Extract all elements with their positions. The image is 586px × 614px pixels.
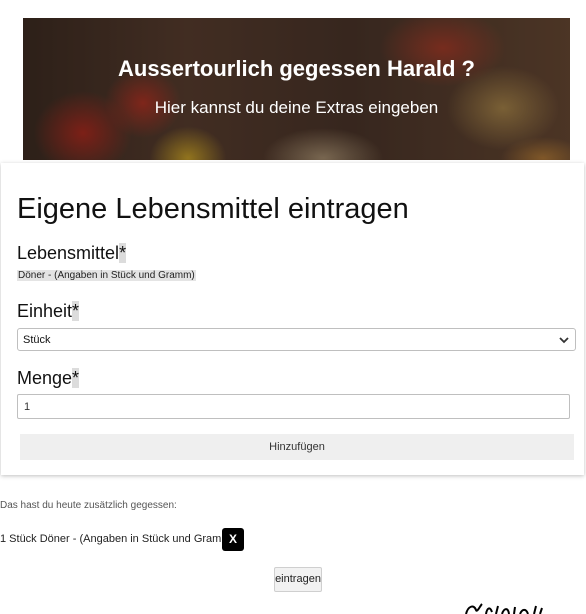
amount-input[interactable]: 1 (17, 394, 570, 419)
unit-label: Einheit* (17, 301, 80, 322)
food-label-text: Lebensmittel (17, 243, 120, 263)
submit-button[interactable]: eintragen (274, 567, 322, 592)
remove-entry-button[interactable]: X (222, 528, 244, 551)
unit-select[interactable]: Stück (17, 328, 576, 351)
amount-label: Menge* (17, 368, 80, 389)
unit-selected-value: Stück (23, 334, 51, 346)
food-entry-form: Eigene Lebensmittel eintragen Lebensmitt… (1, 163, 584, 475)
hero-title: Aussertourlich gegessen Harald ? (118, 56, 475, 81)
food-label: Lebensmittel* (17, 243, 127, 264)
hero-subtitle: Hier kannst du deine Extras eingeben (154, 98, 439, 117)
hero-banner: Aussertourlich gegessen Harald ? Hier ka… (23, 18, 570, 160)
required-marker: * (72, 368, 80, 388)
list-item: 1 Stück Döner - (Angaben in Stück und Gr… (0, 533, 235, 545)
logo (462, 600, 552, 614)
food-value: Döner - (Angaben in Stück und Gramm) (17, 270, 196, 281)
add-button[interactable]: Hinzufügen (20, 434, 574, 460)
amount-label-text: Menge (17, 368, 73, 388)
form-title: Eigene Lebensmittel eintragen (17, 193, 409, 225)
required-marker: * (119, 243, 127, 263)
unit-label-text: Einheit (17, 301, 73, 321)
summary-note: Das hast du heute zusätzlich gegessen: (0, 500, 177, 511)
chevron-down-icon (559, 333, 569, 356)
required-marker: * (72, 301, 80, 321)
